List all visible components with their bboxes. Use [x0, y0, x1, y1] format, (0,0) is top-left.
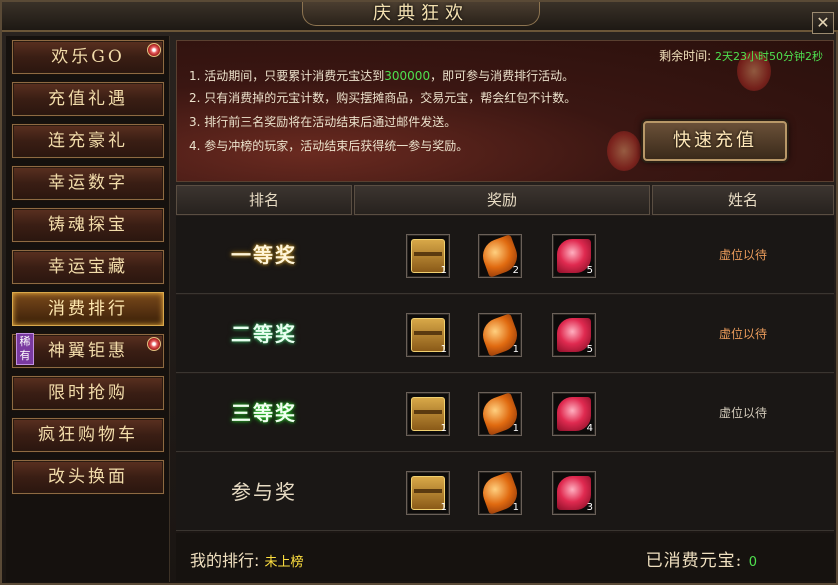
reward-slot: 3: [552, 471, 596, 515]
window-title: 庆典狂欢: [373, 3, 469, 24]
spent-ingots-value: 0: [748, 555, 758, 570]
rank-label: 一等奖: [231, 243, 297, 267]
spent-ingots: 已消费元宝: 0: [646, 546, 758, 571]
sidebar-item-label: 铸魂探宝: [48, 215, 128, 235]
event-banner: 剩余时间: 2天23小时50分钟2秒 1. 活动期间，只要累计消费元宝达到300…: [176, 40, 834, 182]
sidebar-item-label: 神翼钜惠: [48, 341, 128, 361]
reward-slot: 1: [478, 471, 522, 515]
item-count: 1: [440, 423, 447, 434]
item-count: 1: [512, 344, 519, 355]
sidebar-item-label: 幸运宝藏: [48, 257, 128, 277]
sidebar-item-label: 欢乐GO: [51, 47, 125, 67]
player-name: 虚位以待: [718, 327, 767, 341]
remaining-time-label: 剩余时间:: [659, 49, 712, 63]
rank-label: 二等奖: [231, 322, 297, 346]
sidebar: 欢乐GO 充值礼遇 连充豪礼 幸运数字 铸魂探宝 幸运宝藏 消费排行 神翼钜惠 …: [6, 36, 170, 582]
item-count: 2: [512, 265, 519, 276]
title-bar: 庆典狂欢 ✕: [2, 2, 838, 34]
sidebar-item-huanle-go[interactable]: 欢乐GO: [12, 40, 164, 74]
player-name: 虚位以待: [718, 248, 767, 262]
player-name: 虚位以待: [718, 406, 767, 420]
ranking-table: 一等奖 1 2 5 虚位以待 二等奖 1 1 5 虚位以待 三等奖 1 1 4 …: [176, 216, 834, 532]
rule-text: 3. 排行前三名奖励将在活动结束后通过邮件发送。: [189, 115, 457, 129]
rule-line: 4. 参与冲榜的玩家，活动结束后获得统一参与奖励。: [189, 137, 468, 154]
notification-dot-icon: [147, 337, 161, 351]
close-button[interactable]: ✕: [812, 12, 834, 34]
item-count: 3: [586, 502, 593, 513]
reward-slot: 1: [478, 392, 522, 436]
reward-slot: 1: [406, 234, 450, 278]
player-name: [652, 453, 834, 531]
reward-slot: 5: [552, 234, 596, 278]
sidebar-item-label: 限时抢购: [48, 383, 128, 403]
sidebar-item-label: 疯狂购物车: [38, 425, 138, 445]
event-window: 庆典狂欢 ✕ 欢乐GO 充值礼遇 连充豪礼 幸运数字 铸魂探宝 幸运宝藏 消费排…: [0, 0, 838, 585]
sidebar-item-label: 改头换面: [48, 467, 128, 487]
sidebar-item-consumption-ranking[interactable]: 消费排行: [12, 292, 164, 326]
table-row: 参与奖 1 1 3: [176, 453, 834, 531]
spent-ingots-label: 已消费元宝:: [645, 551, 743, 571]
reward-slot: 4: [552, 392, 596, 436]
item-count: 4: [586, 423, 593, 434]
reward-slot: 2: [478, 234, 522, 278]
item-count: 1: [512, 502, 519, 513]
reward-slot: 5: [552, 313, 596, 357]
table-row: 二等奖 1 1 5 虚位以待: [176, 295, 834, 373]
reward-slot: 1: [406, 392, 450, 436]
my-rank-value: 未上榜: [264, 555, 304, 570]
sidebar-item-shopping-cart[interactable]: 疯狂购物车: [12, 418, 164, 452]
sidebar-item-divine-wing-deal[interactable]: 神翼钜惠: [12, 334, 164, 368]
rule-line: 3. 排行前三名奖励将在活动结束后通过邮件发送。: [189, 113, 456, 130]
sidebar-item-label: 连充豪礼: [48, 131, 128, 151]
reward-slot: 1: [406, 471, 450, 515]
reward-slot: 1: [406, 313, 450, 357]
table-row: 三等奖 1 1 4 虚位以待: [176, 374, 834, 452]
sidebar-item-continuous-recharge[interactable]: 连充豪礼: [12, 124, 164, 158]
sidebar-item-flash-sale[interactable]: 限时抢购: [12, 376, 164, 410]
sidebar-item-label: 充值礼遇: [48, 89, 128, 109]
quick-recharge-button[interactable]: 快速充值: [643, 121, 787, 161]
column-header-reward: 奖励: [354, 185, 650, 215]
lantern-icon: [607, 131, 641, 171]
sidebar-item-label: 消费排行: [48, 299, 128, 319]
my-rank: 我的排行: 未上榜: [190, 547, 304, 571]
notification-dot-icon: [147, 43, 161, 57]
footer-bar: 我的排行: 未上榜 已消费元宝: 0: [176, 533, 834, 581]
table-row: 一等奖 1 2 5 虚位以待: [176, 216, 834, 294]
rule-text: 4. 参与冲榜的玩家，活动结束后获得统一参与奖励。: [189, 139, 469, 153]
rule-text: 2. 只有消费掉的元宝计数，购买摆摊商品，交易元宝，帮会红包不计数。: [189, 91, 577, 105]
item-count: 1: [512, 423, 519, 434]
rule-line: 2. 只有消费掉的元宝计数，购买摆摊商品，交易元宝，帮会红包不计数。: [189, 89, 576, 106]
rule-line: 1. 活动期间，只要累计消费元宝达到300000，即可参与消费排行活动。: [189, 67, 574, 84]
rank-label: 三等奖: [231, 401, 297, 425]
sidebar-item-lucky-number[interactable]: 幸运数字: [12, 166, 164, 200]
item-count: 5: [586, 344, 593, 355]
sidebar-item-label: 幸运数字: [48, 173, 128, 193]
item-count: 1: [440, 344, 447, 355]
table-header: 排名 奖励 姓名: [176, 185, 834, 215]
sidebar-item-recharge-gift[interactable]: 充值礼遇: [12, 82, 164, 116]
rank-label: 参与奖: [231, 480, 297, 504]
sidebar-item-soul-treasure[interactable]: 铸魂探宝: [12, 208, 164, 242]
rule-text: ，即可参与消费排行活动。: [430, 69, 575, 83]
item-count: 1: [440, 265, 447, 276]
item-count: 5: [586, 265, 593, 276]
rule-text: 1. 活动期间，只要累计消费元宝达到: [189, 69, 385, 83]
my-rank-label: 我的排行:: [190, 551, 260, 570]
sidebar-item-lucky-treasure[interactable]: 幸运宝藏: [12, 250, 164, 284]
remaining-time-value: 2天23小时50分钟2秒: [715, 50, 823, 63]
column-header-rank: 排名: [176, 185, 352, 215]
column-header-name: 姓名: [652, 185, 834, 215]
rule-highlight: 300000: [384, 69, 431, 83]
remaining-time: 剩余时间: 2天23小时50分钟2秒: [659, 47, 823, 64]
sidebar-item-makeover[interactable]: 改头换面: [12, 460, 164, 494]
item-count: 1: [440, 502, 447, 513]
rare-tag: 稀有: [16, 333, 34, 365]
reward-slot: 1: [478, 313, 522, 357]
